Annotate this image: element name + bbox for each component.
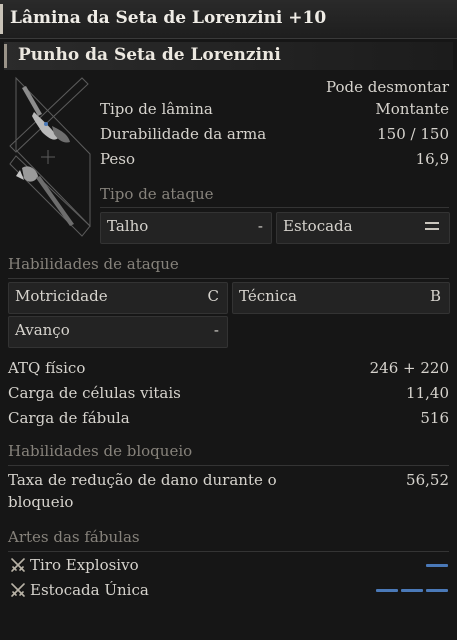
slash-value: -	[257, 217, 263, 235]
physical-attack-label: ATQ físico	[8, 359, 86, 377]
guard-abilities-heading: Habilidades de bloqueio	[8, 442, 193, 460]
technique-label: Técnica	[239, 287, 297, 305]
info-row: Peso 16,9	[100, 148, 449, 170]
handle-title: Punho da Seta de Lorenzini	[18, 45, 281, 65]
stat-row: ATQ físico 246 + 220	[8, 357, 449, 379]
slash-label: Talho	[107, 217, 149, 235]
guard-reduction-value: 56,52	[406, 471, 449, 489]
attack-type-heading: Tipo de ataque	[100, 185, 214, 203]
stat-row: Carga de células vitais 11,40	[8, 382, 449, 404]
pierce-type-box: Estocada	[276, 212, 450, 244]
item-title: Lâmina da Seta de Lorenzini +10	[10, 8, 327, 28]
fable-slot-gauge	[376, 589, 398, 592]
title-accent	[0, 4, 3, 34]
stat-row: Carga de fábula 516	[8, 407, 449, 429]
fable-slot-gauge	[426, 564, 448, 567]
slash-type-box: Talho -	[100, 212, 272, 244]
guard-row-cont: bloqueio	[8, 491, 449, 513]
fable-charge-value: 516	[420, 409, 449, 427]
divider	[100, 207, 449, 208]
vital-cell-charge-label: Carga de células vitais	[8, 384, 181, 402]
divider	[8, 465, 449, 466]
item-title-bar: Lâmina da Seta de Lorenzini +10	[0, 0, 457, 39]
handle-title-bar: Punho da Seta de Lorenzini	[4, 42, 453, 70]
fable-slot-gauge	[426, 589, 448, 592]
dismantle-text: Pode desmontar	[326, 78, 449, 96]
technique-box: Técnica B	[232, 282, 450, 314]
advance-grade: -	[213, 321, 219, 339]
attack-abilities-heading: Habilidades de ataque	[8, 255, 179, 273]
crossed-swords-icon	[11, 558, 25, 572]
crossed-swords-icon	[11, 583, 25, 597]
motricity-box: Motricidade C	[8, 282, 228, 314]
advance-box: Avanço -	[8, 316, 228, 348]
guard-row: Taxa de redução de dano durante o 56,52	[8, 469, 449, 491]
fable-art-item: Tiro Explosivo	[30, 554, 230, 576]
durability-label: Durabilidade da arma	[100, 125, 267, 143]
pierce-label: Estocada	[283, 217, 353, 235]
guard-reduction-label-line1: Taxa de redução de dano durante o	[8, 471, 277, 489]
fable-charge-label: Carga de fábula	[8, 409, 130, 427]
fable-slot-gauge	[401, 589, 423, 592]
blade-type-value: Montante	[375, 100, 449, 118]
motricity-label: Motricidade	[15, 287, 108, 305]
divider	[8, 551, 449, 552]
weapon-parts-image	[9, 76, 91, 237]
weight-value: 16,9	[415, 150, 449, 168]
advance-label: Avanço	[15, 321, 70, 339]
info-row: Durabilidade da arma 150 / 150	[100, 123, 449, 145]
vital-cell-charge-value: 11,40	[406, 384, 449, 402]
fable-art-name: Tiro Explosivo	[30, 556, 139, 574]
fable-art-name: Estocada Única	[30, 581, 149, 599]
double-bar-icon	[425, 222, 439, 232]
fable-arts-heading: Artes das fábulas	[8, 528, 140, 546]
durability-value: 150 / 150	[377, 125, 449, 143]
guard-reduction-label-line2: bloqueio	[8, 493, 74, 511]
blade-type-label: Tipo de lâmina	[100, 100, 213, 118]
technique-grade: B	[429, 287, 441, 305]
divider	[8, 278, 449, 279]
physical-attack-value: 246 + 220	[369, 359, 449, 377]
info-row: Tipo de lâmina Montante	[100, 98, 449, 120]
motricity-grade: C	[207, 287, 219, 305]
subtitle-accent	[4, 44, 7, 68]
weight-label: Peso	[100, 150, 136, 168]
fable-art-item: Estocada Única	[30, 579, 230, 601]
dismantle-row: Pode desmontar	[100, 76, 449, 98]
